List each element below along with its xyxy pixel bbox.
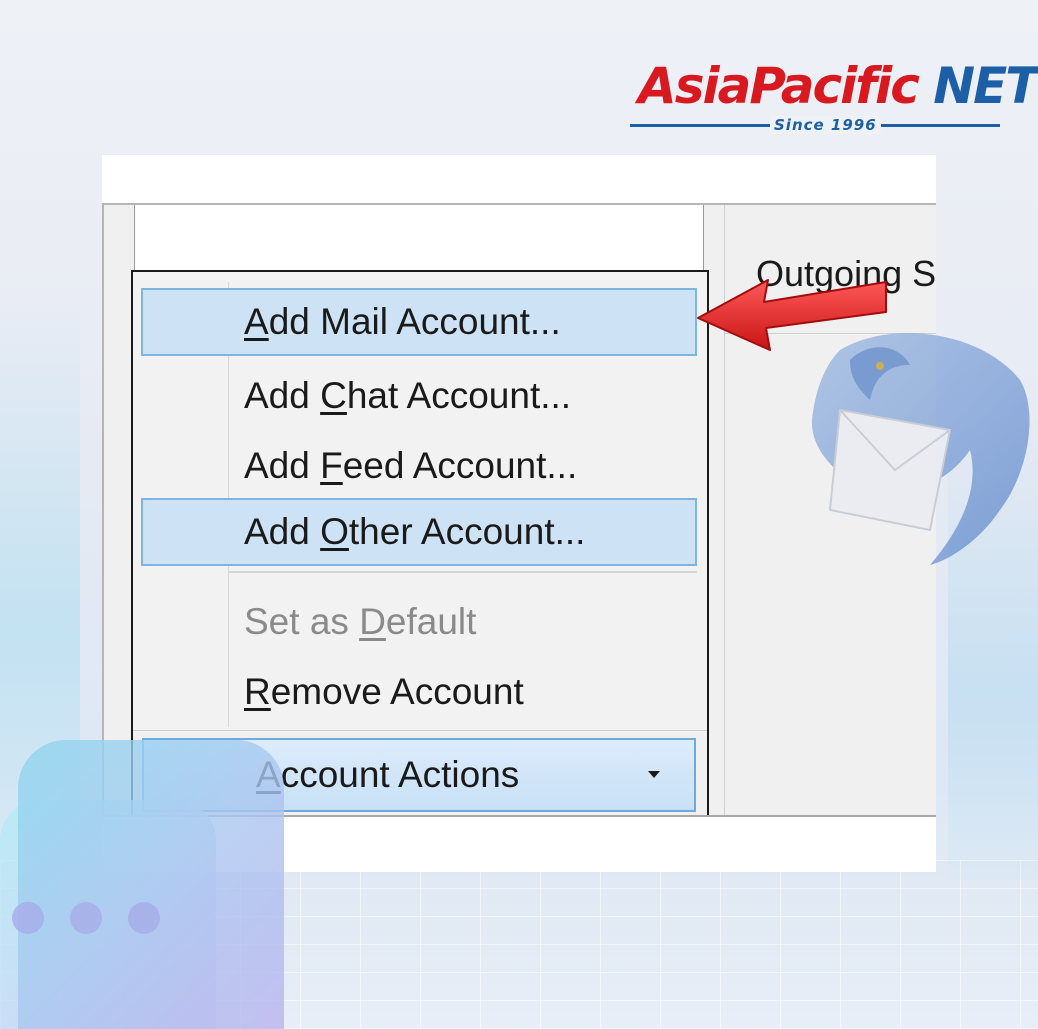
red-pointer-arrow-icon xyxy=(697,279,887,351)
menu-item-label-prefix: Set as xyxy=(244,601,360,642)
menu-item-label: efault xyxy=(385,601,477,642)
account-actions-label: Account Actions xyxy=(256,754,519,796)
bubble-dot-icon xyxy=(70,902,102,934)
actions-separator xyxy=(133,730,707,731)
menu-item-set-as-default: Set as Default xyxy=(141,588,697,656)
bubble-dot-icon xyxy=(128,902,160,934)
menu-item-accesskey: F xyxy=(320,445,343,486)
menu-item-accesskey: O xyxy=(320,511,349,552)
menu-item-label: hat Account... xyxy=(346,375,572,416)
brand-name-part1: AsiaPacific xyxy=(638,57,920,115)
menu-item-accesskey: D xyxy=(359,601,386,642)
menu-item-accesskey: A xyxy=(244,301,269,342)
menu-item-add-other-account[interactable]: Add Other Account... xyxy=(141,498,697,566)
button-label: ccount Actions xyxy=(280,754,520,795)
menu-border-right xyxy=(707,735,709,815)
chat-bubble-icon xyxy=(18,740,284,1029)
menu-item-add-mail-account[interactable]: Add Mail Account... xyxy=(141,288,697,356)
account-actions-menu: Add Mail Account... Add Chat Account... … xyxy=(131,270,709,735)
menu-item-label: emove Account xyxy=(270,671,524,712)
brand-logo-text: AsiaPacific NET xyxy=(638,56,1038,116)
menu-item-accesskey: R xyxy=(244,671,271,712)
menu-item-label-prefix: Add xyxy=(244,511,321,552)
menu-separator xyxy=(229,571,697,573)
menu-item-label-prefix: Add xyxy=(244,375,321,416)
menu-item-remove-account[interactable]: Remove Account xyxy=(141,658,697,726)
brand-tagline: Since 1996 xyxy=(770,116,881,134)
dropdown-caret-icon xyxy=(648,771,660,778)
account-list-pane[interactable] xyxy=(134,205,704,275)
menu-item-label-prefix: Add xyxy=(244,445,321,486)
bubble-dot-icon xyxy=(12,902,44,934)
menu-item-label: dd Mail Account... xyxy=(268,301,561,342)
menu-item-add-feed-account[interactable]: Add Feed Account... xyxy=(141,432,697,500)
menu-item-accesskey: C xyxy=(320,375,347,416)
menu-item-add-chat-account[interactable]: Add Chat Account... xyxy=(141,362,697,430)
menu-item-label: ther Account... xyxy=(348,511,586,552)
brand-name-part2: NET xyxy=(933,57,1038,115)
brand-logo: AsiaPacific NET Since 1996 xyxy=(630,56,1038,136)
menu-item-label: eed Account... xyxy=(342,445,578,486)
